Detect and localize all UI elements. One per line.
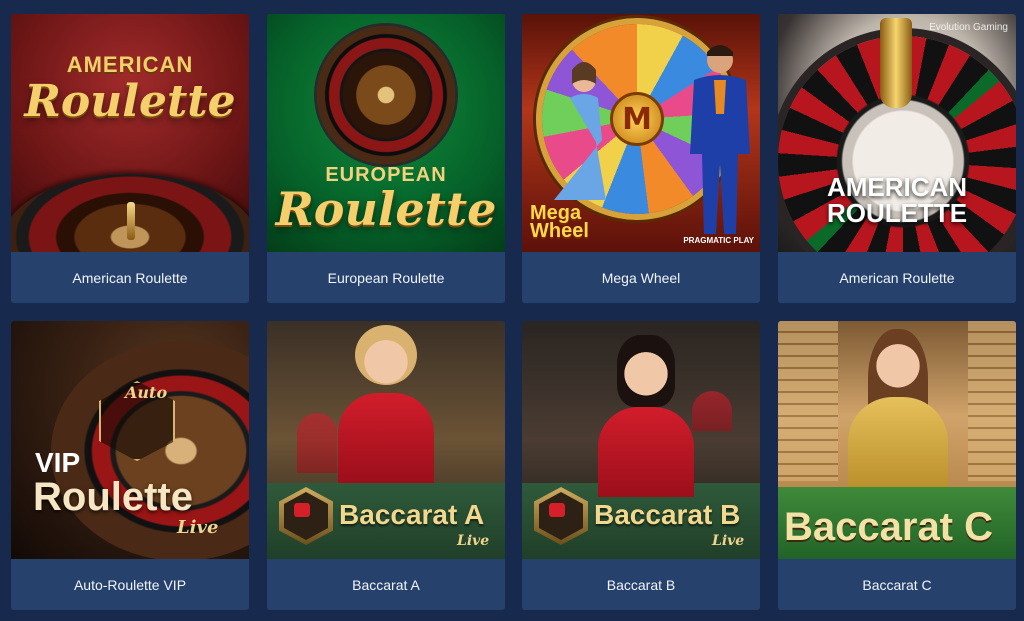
game-thumbnail[interactable]: EUROPEAN Roulette [267, 14, 505, 252]
dealer-image [598, 407, 694, 497]
presenter-male-image [690, 45, 750, 234]
live-label: Live [177, 517, 219, 538]
background-dealer-image [692, 391, 732, 431]
game-card-auto-roulette-vip[interactable]: Auto VIP Roulette Live Auto-Roulette VIP [11, 321, 249, 610]
game-name[interactable]: American Roulette [11, 252, 249, 303]
decor-shelf-image [778, 321, 838, 481]
game-art-tag: Auto [125, 383, 168, 402]
live-label: Live [457, 533, 490, 549]
game-thumbnail[interactable]: Baccarat A Live [267, 321, 505, 559]
game-art-title-main: Baccarat A [339, 499, 485, 530]
game-card-mega-wheel[interactable]: M Mega Wheel PRAGMATIC PLAY Mega Wheel [522, 14, 760, 303]
dealer-face-image [622, 343, 670, 399]
game-thumbnail[interactable]: Evolution Gaming AMERICAN ROULETTE [778, 14, 1016, 252]
dealer-image [848, 397, 948, 497]
wheel-turret-image [127, 202, 135, 240]
game-art-title-main: Baccarat B [594, 499, 741, 530]
game-name[interactable]: Baccarat B [522, 559, 760, 610]
presenter-female-image [554, 62, 606, 200]
game-art-title-main: Roulette [275, 182, 497, 236]
game-card-american-roulette-evolution[interactable]: Evolution Gaming AMERICAN ROULETTE Ameri… [778, 14, 1016, 303]
live-label: Live [712, 533, 745, 549]
dealer-face-image [362, 331, 410, 387]
game-card-baccarat-b[interactable]: Baccarat B Live Baccarat B [522, 321, 760, 610]
provider-logo: PRAGMATIC PLAY [683, 236, 754, 245]
game-thumbnail[interactable]: Auto VIP Roulette Live [11, 321, 249, 559]
game-name[interactable]: Auto-Roulette VIP [11, 559, 249, 610]
game-art-title-main: Baccarat C [784, 505, 994, 549]
game-name[interactable]: American Roulette [778, 252, 1016, 303]
wheel-turret-image [880, 18, 912, 108]
game-art-title-main: Roulette [24, 76, 236, 127]
game-art-title-main: Wheel [530, 220, 589, 242]
game-grid: AMERICAN Roulette American Roulette EURO… [0, 0, 1024, 621]
game-thumbnail[interactable]: M Mega Wheel PRAGMATIC PLAY [522, 14, 760, 252]
game-name[interactable]: European Roulette [267, 252, 505, 303]
game-name[interactable]: Baccarat C [778, 559, 1016, 610]
game-art-title-main: Roulette [33, 475, 193, 519]
background-dealer-image [297, 413, 337, 473]
game-thumbnail[interactable]: AMERICAN Roulette [11, 14, 249, 252]
game-card-baccarat-a[interactable]: Baccarat A Live Baccarat A [267, 321, 505, 610]
game-art-title-main: ROULETTE [826, 198, 968, 228]
roulette-wheel-image [317, 26, 455, 164]
game-name[interactable]: Mega Wheel [522, 252, 760, 303]
dealer-image [338, 393, 434, 483]
decor-shelf-image [968, 321, 1016, 481]
game-name[interactable]: Baccarat A [267, 559, 505, 610]
game-card-baccarat-c[interactable]: Baccarat C Baccarat C [778, 321, 1016, 610]
game-card-european-roulette[interactable]: EUROPEAN Roulette European Roulette [267, 14, 505, 303]
dealer-face-image [874, 335, 922, 391]
game-thumbnail[interactable]: Baccarat C [778, 321, 1016, 559]
game-card-american-roulette[interactable]: AMERICAN Roulette American Roulette [11, 14, 249, 303]
mega-wheel-hub: M [610, 92, 664, 146]
game-thumbnail[interactable]: Baccarat B Live [522, 321, 760, 559]
game-art-title-top: AMERICAN [66, 52, 194, 77]
provider-logo: Evolution Gaming [929, 22, 1008, 33]
